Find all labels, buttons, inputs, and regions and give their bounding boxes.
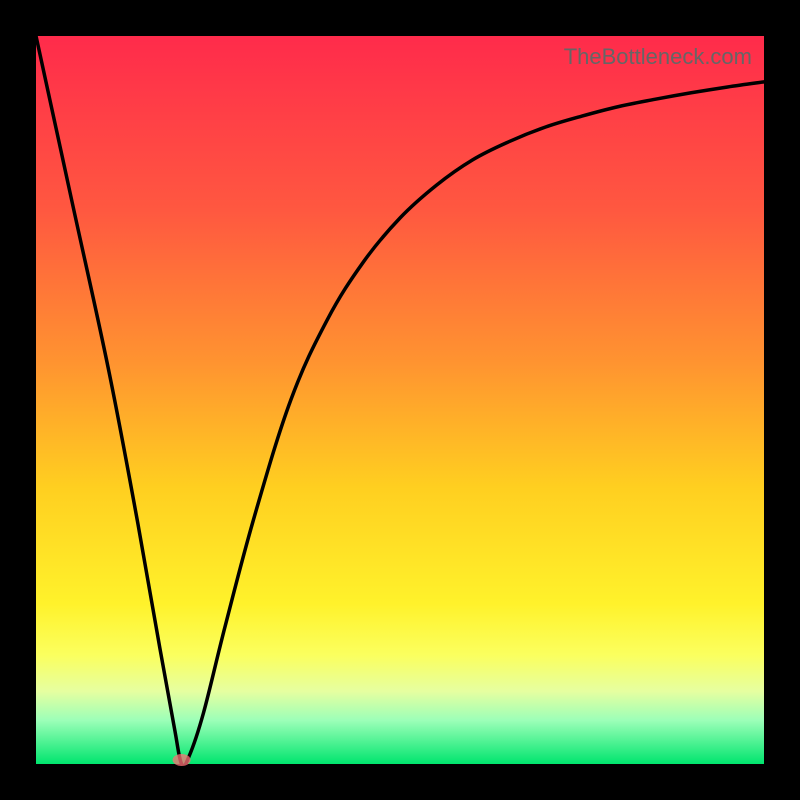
chart-frame: TheBottleneck.com <box>0 0 800 800</box>
minimum-marker <box>173 754 191 766</box>
plot-area: TheBottleneck.com <box>36 36 764 764</box>
bottleneck-curve <box>36 36 764 766</box>
curve-svg <box>36 36 764 764</box>
